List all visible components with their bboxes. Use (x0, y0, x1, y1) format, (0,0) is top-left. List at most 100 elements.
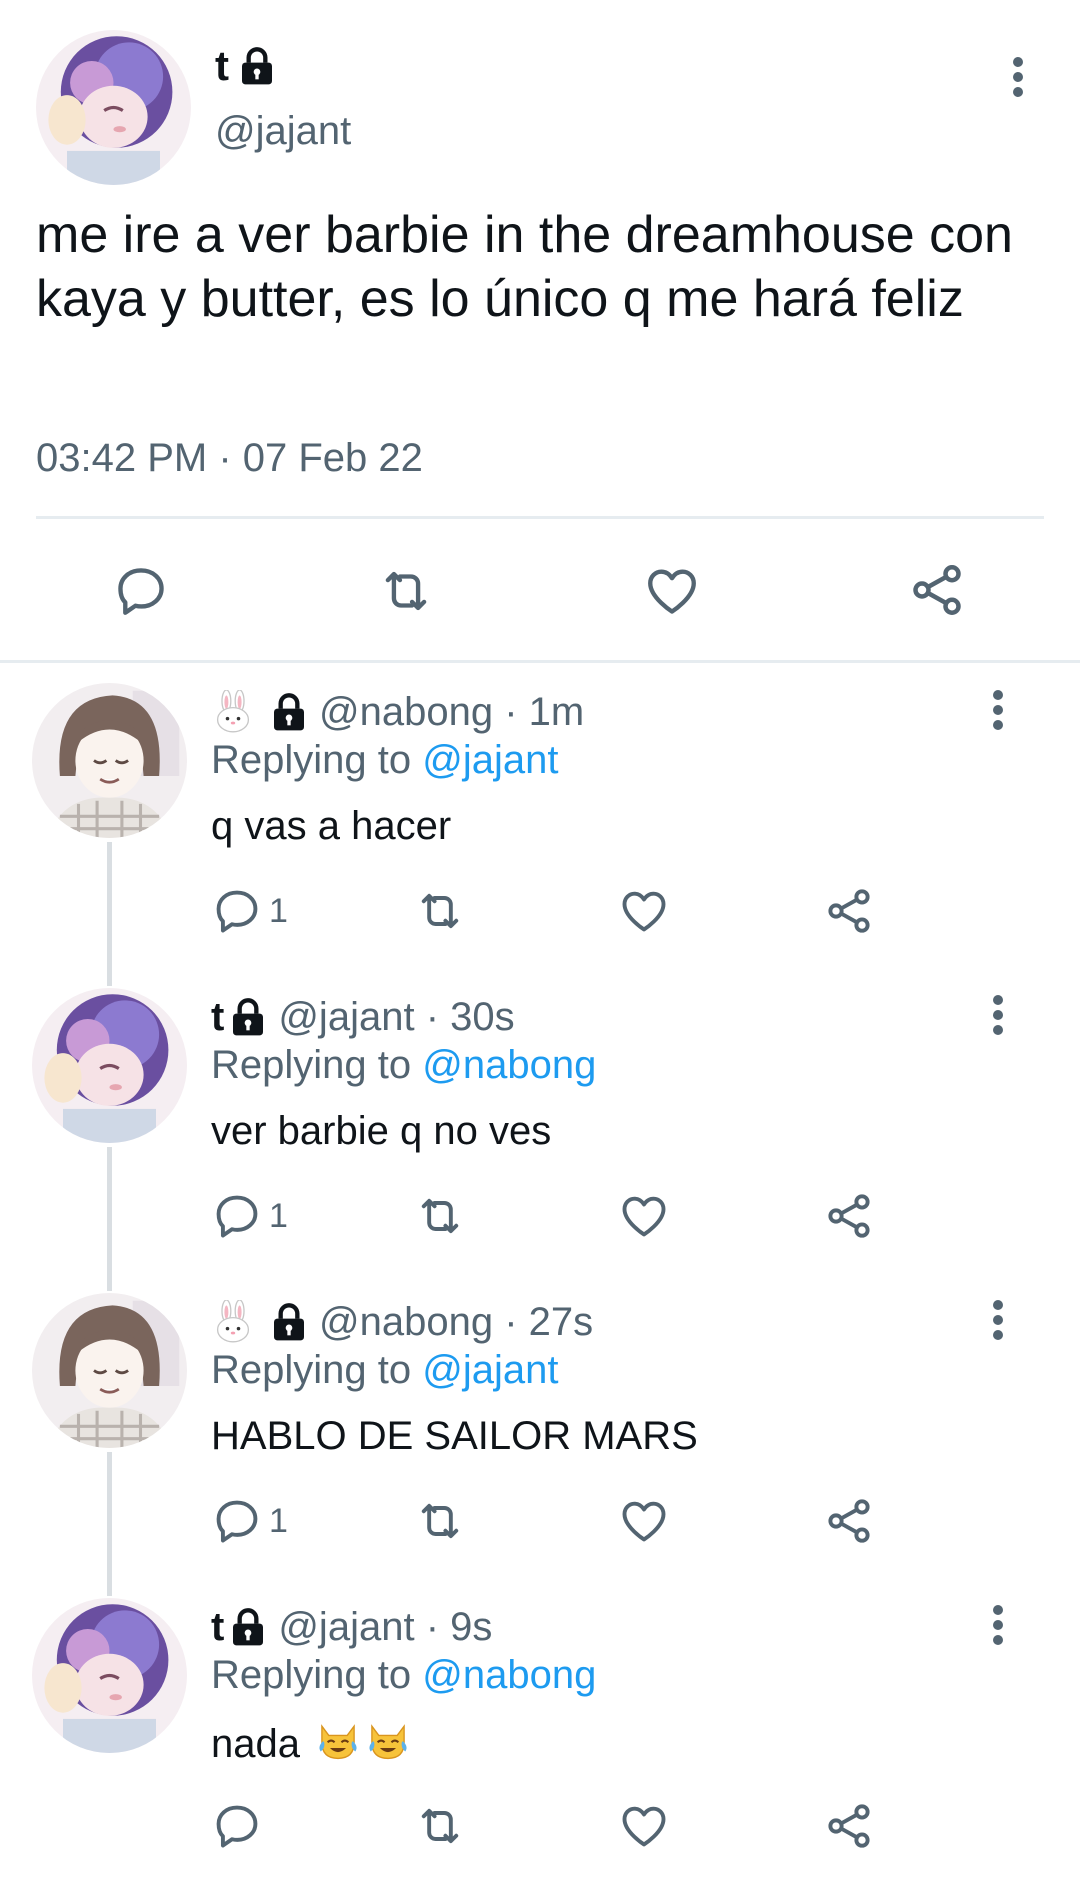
like-icon (643, 562, 701, 620)
replying-label: Replying to (211, 1043, 412, 1087)
like-button[interactable] (618, 885, 670, 937)
share-icon (823, 1800, 875, 1852)
reply-header: t @jajant · 9s (211, 1603, 492, 1651)
thread-line (107, 1452, 112, 1596)
like-icon (618, 885, 670, 937)
bunny-emoji (211, 690, 255, 734)
reply-time: · 9s (425, 1605, 493, 1649)
retweet-icon (412, 1800, 468, 1852)
share-icon (823, 885, 875, 937)
reply-avatar[interactable] (32, 988, 187, 1143)
reply-count: 1 (269, 1196, 288, 1235)
reply-handle[interactable]: @nabong (319, 688, 493, 736)
share-icon (907, 560, 967, 620)
retweet-icon (412, 1495, 468, 1547)
like-icon (618, 1495, 670, 1547)
share-button[interactable] (823, 885, 875, 937)
reply-time: · 1m (504, 690, 585, 734)
replying-to: Replying to @jajant (211, 1346, 558, 1394)
reply-count: 1 (269, 1501, 288, 1540)
reply-time: · 27s (504, 1300, 594, 1344)
reply-header: @nabong · 1m (211, 688, 584, 736)
bunny-emoji (211, 1300, 255, 1344)
author-handle[interactable]: @jajant (215, 107, 351, 155)
reply-icon (211, 885, 263, 937)
reply-avatar[interactable] (32, 683, 187, 838)
avatar-image (32, 683, 187, 838)
like-icon (618, 1800, 670, 1852)
share-icon (823, 1495, 875, 1547)
reply-handle[interactable]: @jajant (278, 1603, 414, 1651)
reply-header: @nabong · 27s (211, 1298, 593, 1346)
reply-count: 1 (269, 891, 288, 930)
retweet-icon (412, 885, 468, 937)
reply-handle[interactable]: @nabong (319, 1298, 493, 1346)
tweet-text: me ire a ver barbie in the dreamhouse co… (36, 206, 1013, 328)
retweet-button[interactable] (412, 1495, 468, 1547)
more-icon[interactable] (991, 690, 1005, 735)
like-button[interactable] (618, 1190, 670, 1242)
replying-label: Replying to (211, 1653, 412, 1697)
lock-icon (269, 692, 309, 732)
reply-display-name[interactable]: t (211, 993, 224, 1041)
replying-to-handle[interactable]: @nabong (422, 1653, 596, 1697)
replying-label: Replying to (211, 1348, 412, 1392)
reply-button[interactable] (211, 1800, 263, 1852)
retweet-button[interactable] (412, 1190, 468, 1242)
reply-text: nada (211, 1717, 411, 1768)
replying-to-handle[interactable]: @jajant (422, 1348, 558, 1392)
reply-button[interactable]: 1 (211, 885, 288, 937)
more-icon[interactable] (1011, 57, 1025, 102)
more-icon[interactable] (991, 1605, 1005, 1650)
share-button[interactable] (907, 560, 967, 620)
reply-button[interactable]: 1 (211, 1190, 288, 1242)
cat-joy-emoji (315, 1717, 361, 1763)
tweet-timestamp: 03:42 PM · 07 Feb 22 (36, 436, 423, 480)
author-name[interactable]: t (215, 42, 277, 90)
retweet-icon (412, 1190, 468, 1242)
like-button[interactable] (618, 1495, 670, 1547)
lock-icon (237, 46, 277, 86)
share-button[interactable] (823, 1495, 875, 1547)
like-button[interactable] (618, 1800, 670, 1852)
reply-icon (211, 1495, 263, 1547)
replying-to: Replying to @nabong (211, 1651, 596, 1699)
like-icon (618, 1190, 670, 1242)
share-button[interactable] (823, 1800, 875, 1852)
reply-button[interactable] (112, 562, 170, 620)
share-icon (823, 1190, 875, 1242)
more-icon[interactable] (991, 995, 1005, 1040)
reply-display-name[interactable]: t (211, 1603, 224, 1651)
author-display-name: t (215, 42, 229, 89)
reply-icon (211, 1190, 263, 1242)
author-avatar[interactable] (36, 30, 191, 185)
reply-text-content: nada (211, 1722, 300, 1766)
reply-button[interactable]: 1 (211, 1495, 288, 1547)
reply-text: q vas a hacer (211, 804, 452, 848)
retweet-button[interactable] (412, 885, 468, 937)
replying-to: Replying to @jajant (211, 736, 558, 784)
reply-avatar[interactable] (32, 1598, 187, 1753)
avatar-image (32, 988, 187, 1143)
lock-icon (269, 1302, 309, 1342)
replying-to-handle[interactable]: @nabong (422, 1043, 596, 1087)
divider (36, 516, 1044, 519)
share-button[interactable] (823, 1190, 875, 1242)
reply-handle[interactable]: @jajant (278, 993, 414, 1041)
retweet-button[interactable] (412, 1800, 468, 1852)
more-icon[interactable] (991, 1300, 1005, 1345)
avatar-image (32, 1293, 187, 1448)
replying-to-handle[interactable]: @jajant (422, 738, 558, 782)
reply-header: t @jajant · 30s (211, 993, 515, 1041)
replying-to: Replying to @nabong (211, 1041, 596, 1089)
replying-label: Replying to (211, 738, 412, 782)
thread-line (107, 1147, 112, 1291)
cat-joy-emoji (365, 1717, 411, 1763)
reply-icon (112, 562, 170, 620)
like-button[interactable] (643, 562, 701, 620)
retweet-icon (374, 562, 438, 620)
reply-time: · 30s (425, 995, 515, 1039)
reply-icon (211, 1800, 263, 1852)
reply-avatar[interactable] (32, 1293, 187, 1448)
retweet-button[interactable] (374, 562, 438, 620)
